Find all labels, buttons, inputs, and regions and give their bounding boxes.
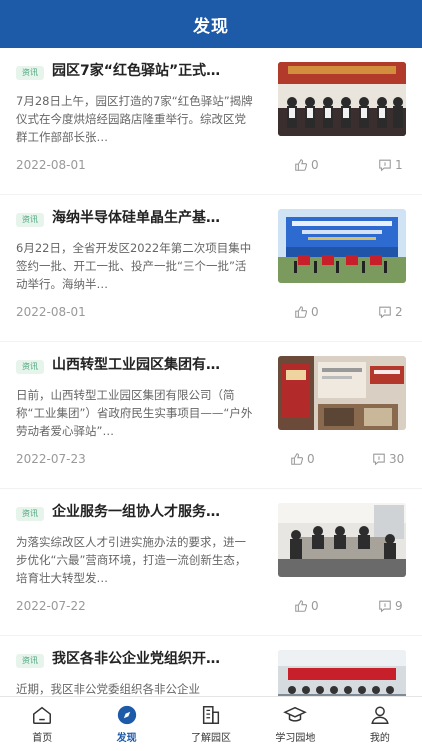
thumbs-up-icon xyxy=(295,600,308,612)
category-tag: 资讯 xyxy=(16,66,44,80)
news-card[interactable]: 资讯 我区各非公企业党组织开… 近期，我区非公党委组织各非公企业 xyxy=(0,636,422,696)
news-thumbnail[interactable] xyxy=(278,209,406,283)
compass-icon xyxy=(117,705,136,725)
news-summary: 近期，我区非公党委组织各非公企业 xyxy=(16,682,200,696)
like-count: 0 xyxy=(307,452,315,466)
news-title[interactable]: 我区各非公企业党组织开… xyxy=(52,648,262,670)
like-count: 0 xyxy=(311,599,319,613)
news-card[interactable]: 资讯 山西转型工业园区集团有… 日前，山西转型工业园区集团有限公司（简称“工业集… xyxy=(0,342,422,489)
thumbs-up-icon xyxy=(295,159,308,171)
category-tag: 资讯 xyxy=(16,360,44,374)
tab-label: 了解园区 xyxy=(191,733,232,744)
category-tag: 资讯 xyxy=(16,507,44,521)
comment-count: 9 xyxy=(395,599,403,613)
news-date: 2022-08-01 xyxy=(16,305,86,319)
app-header: 发现 xyxy=(0,0,422,48)
news-card[interactable]: 资讯 企业服务一组协人才服务… 为落实综改区人才引进实施办法的要求，进一步优化“… xyxy=(0,489,422,636)
news-date: 2022-07-22 xyxy=(16,599,86,613)
news-summary: 为落实综改区人才引进实施办法的要求，进一步优化“六最”营商环境，打造一流创新生态… xyxy=(16,535,247,585)
news-summary: 6月22日，全省开发区2022年第二次项目集中签约一批、开工一批、投产一批“三个… xyxy=(16,241,252,291)
like-button[interactable]: 0 xyxy=(294,599,319,613)
tab-mine[interactable]: 我的 xyxy=(338,697,422,751)
user-icon xyxy=(371,706,389,724)
news-thumbnail[interactable] xyxy=(278,356,406,430)
news-title[interactable]: 园区7家“红色驿站”正式… xyxy=(52,60,262,82)
news-date: 2022-08-01 xyxy=(16,158,86,172)
home-icon xyxy=(33,706,52,724)
news-summary: 日前，山西转型工业园区集团有限公司（简称“工业集团”）省政府民生实事项目——“户… xyxy=(16,388,253,438)
news-feed[interactable]: 资讯 园区7家“红色驿站”正式… 7月28日上午，园区打造的7家“红色驿站”揭牌… xyxy=(0,48,422,696)
comment-button[interactable]: 2 xyxy=(378,305,403,319)
tab-discover[interactable]: 发现 xyxy=(84,697,168,751)
news-thumbnail[interactable] xyxy=(278,62,406,136)
page-title: 发现 xyxy=(193,16,229,37)
tab-home[interactable]: 首页 xyxy=(0,697,84,751)
comment-count: 2 xyxy=(395,305,403,319)
like-button[interactable]: 0 xyxy=(294,158,319,172)
like-count: 0 xyxy=(311,305,319,319)
tab-about-park[interactable]: 了解园区 xyxy=(169,697,253,751)
tab-label: 学习园地 xyxy=(275,733,316,744)
like-count: 0 xyxy=(311,158,319,172)
thumbs-up-icon xyxy=(291,453,304,465)
graduation-cap-icon xyxy=(283,706,308,722)
tab-label: 发现 xyxy=(116,733,137,744)
news-thumbnail[interactable] xyxy=(278,503,406,577)
comment-button[interactable]: 30 xyxy=(372,452,404,466)
like-button[interactable]: 0 xyxy=(294,305,319,319)
bottom-tab-bar: 首页 发现 了解园区 学习园地 我的 xyxy=(0,696,422,751)
news-thumbnail[interactable] xyxy=(278,650,406,696)
comment-icon xyxy=(379,600,391,613)
tab-learning[interactable]: 学习园地 xyxy=(253,697,337,751)
news-card[interactable]: 资讯 园区7家“红色驿站”正式… 7月28日上午，园区打造的7家“红色驿站”揭牌… xyxy=(0,48,422,195)
comment-count: 1 xyxy=(395,158,403,172)
comment-count: 30 xyxy=(389,452,405,466)
tab-label: 我的 xyxy=(369,733,390,744)
category-tag: 资讯 xyxy=(16,654,44,668)
building-icon xyxy=(202,706,220,724)
comment-icon xyxy=(379,306,391,319)
comment-icon xyxy=(379,159,391,172)
category-tag: 资讯 xyxy=(16,213,44,227)
news-card[interactable]: 资讯 海纳半导体硅单晶生产基… 6月22日，全省开发区2022年第二次项目集中签… xyxy=(0,195,422,342)
news-title[interactable]: 海纳半导体硅单晶生产基… xyxy=(52,207,262,229)
news-title[interactable]: 山西转型工业园区集团有… xyxy=(52,354,262,376)
thumbs-up-icon xyxy=(295,306,308,318)
news-date: 2022-07-23 xyxy=(16,452,86,466)
comment-button[interactable]: 9 xyxy=(378,599,403,613)
comment-button[interactable]: 1 xyxy=(378,158,403,172)
news-title[interactable]: 企业服务一组协人才服务… xyxy=(52,501,262,523)
tab-label: 首页 xyxy=(32,733,53,744)
news-summary: 7月28日上午，园区打造的7家“红色驿站”揭牌仪式在今度烘焙经园路店隆重举行。综… xyxy=(16,94,253,144)
like-button[interactable]: 0 xyxy=(290,452,315,466)
comment-icon xyxy=(373,453,385,466)
